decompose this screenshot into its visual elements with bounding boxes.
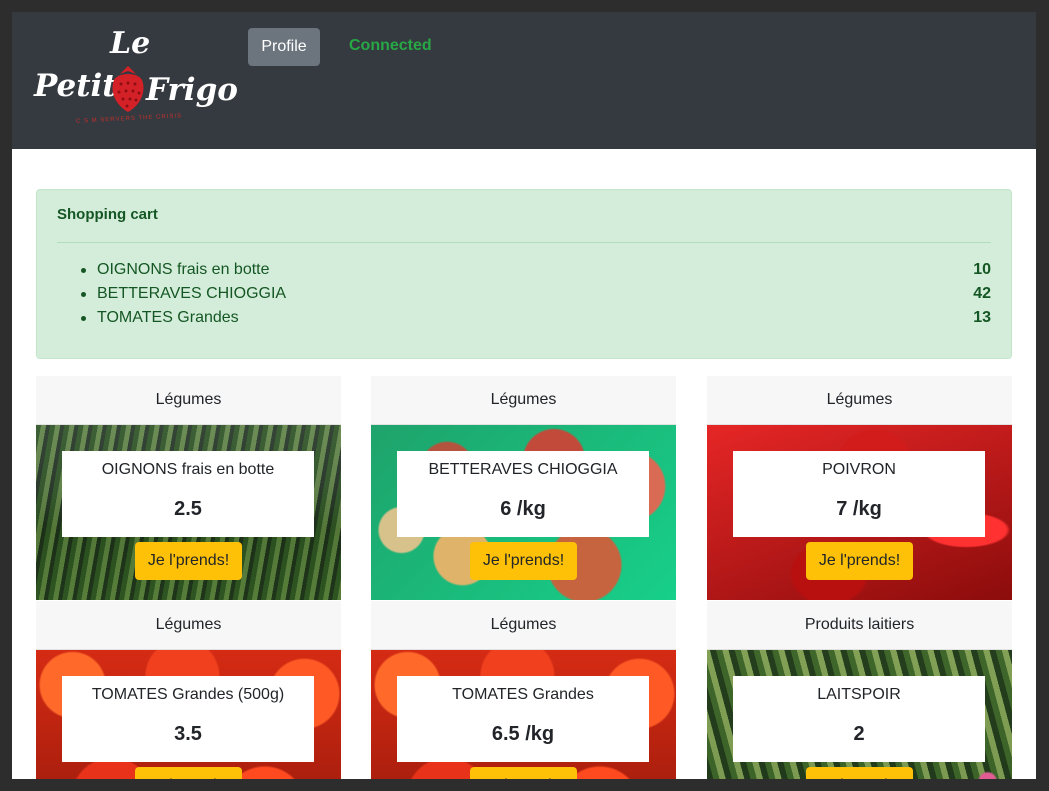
product-price: 3.5 — [174, 723, 202, 745]
product-card: Légumes OIGNONS frais en botte 2.5 Je l'… — [36, 376, 341, 600]
take-product-button[interactable]: Je l'prends! — [806, 542, 913, 580]
product-card: Légumes TOMATES Grandes 6.5 /kg Je l'pre… — [371, 601, 676, 779]
product-card: Légumes BETTERAVES CHIOGGIA 6 /kg Je l'p… — [371, 376, 676, 600]
logo-text-frigo: Frigo — [146, 72, 238, 108]
cart-item-qty: 10 — [973, 261, 991, 278]
cart-list: OIGNONS frais en botte 10 BETTERAVES CHI… — [57, 258, 991, 330]
cart-item-qty: 42 — [973, 285, 991, 302]
product-category: Légumes — [36, 601, 341, 650]
product-category: Produits laitiers — [707, 601, 1012, 650]
product-category: Légumes — [371, 376, 676, 425]
cart-item-name: BETTERAVES CHIOGGIA — [97, 285, 287, 302]
product-info: TOMATES Grandes (500g) 3.5 — [62, 676, 314, 762]
product-card: Produits laitiers LAITSPOIR 2 Je l'prend… — [707, 601, 1012, 779]
take-product-button[interactable]: Je l'prends! — [470, 767, 577, 779]
product-category: Légumes — [707, 376, 1012, 425]
product-category: Légumes — [371, 601, 676, 650]
profile-button[interactable]: Profile — [248, 28, 320, 66]
logo-text-le: Le — [110, 26, 151, 61]
product-category: Légumes — [36, 376, 341, 425]
connection-status: Connected — [349, 37, 432, 54]
product-name: TOMATES Grandes — [452, 686, 594, 703]
logo-tagline: C S M SERVERS THE CRISIS — [75, 113, 183, 125]
product-name: LAITSPOIR — [817, 686, 901, 703]
product-info: LAITSPOIR 2 — [733, 676, 985, 762]
product-name: POIVRON — [822, 461, 896, 478]
cart-divider — [57, 242, 991, 243]
cart-item-name: OIGNONS frais en botte — [97, 261, 270, 278]
product-name: OIGNONS frais en botte — [101, 461, 275, 478]
cart-item: TOMATES Grandes 13 — [57, 306, 991, 330]
app-frame: Le Petit Frigo C S M SERVERS THE CRISIS … — [12, 12, 1036, 779]
product-info: POIVRON 7 /kg — [733, 451, 985, 537]
navbar: Le Petit Frigo C S M SERVERS THE CRISIS … — [12, 12, 1036, 149]
strawberry-icon — [112, 66, 144, 112]
product-name: TOMATES Grandes (500g) — [91, 686, 285, 703]
product-info: BETTERAVES CHIOGGIA 6 /kg — [397, 451, 649, 537]
product-price: 2.5 — [174, 498, 202, 520]
logo-text-petit: Petit — [34, 68, 117, 104]
take-product-button[interactable]: Je l'prends! — [135, 542, 242, 580]
shopping-cart: Shopping cart OIGNONS frais en botte 10 … — [36, 189, 1012, 359]
cart-item-qty: 13 — [973, 309, 991, 326]
take-product-button[interactable]: Je l'prends! — [135, 767, 242, 779]
product-price: 6 /kg — [500, 498, 546, 520]
cart-title: Shopping cart — [57, 206, 158, 223]
site-logo[interactable]: Le Petit Frigo C S M SERVERS THE CRISIS — [32, 26, 238, 136]
take-product-button[interactable]: Je l'prends! — [470, 542, 577, 580]
cart-item-name: TOMATES Grandes — [97, 309, 239, 326]
product-name: BETTERAVES CHIOGGIA — [428, 461, 618, 478]
take-product-button[interactable]: Je l'prends! — [806, 767, 913, 779]
product-info: OIGNONS frais en botte 2.5 — [62, 451, 314, 537]
product-card: Légumes POIVRON 7 /kg Je l'prends! — [707, 376, 1012, 600]
cart-item: BETTERAVES CHIOGGIA 42 — [57, 282, 991, 306]
product-card: Légumes TOMATES Grandes (500g) 3.5 Je l'… — [36, 601, 341, 779]
cart-item: OIGNONS frais en botte 10 — [57, 258, 991, 282]
product-price: 6.5 /kg — [491, 723, 555, 745]
product-price: 7 /kg — [836, 498, 882, 520]
product-info: TOMATES Grandes 6.5 /kg — [397, 676, 649, 762]
product-price: 2 — [853, 723, 865, 745]
